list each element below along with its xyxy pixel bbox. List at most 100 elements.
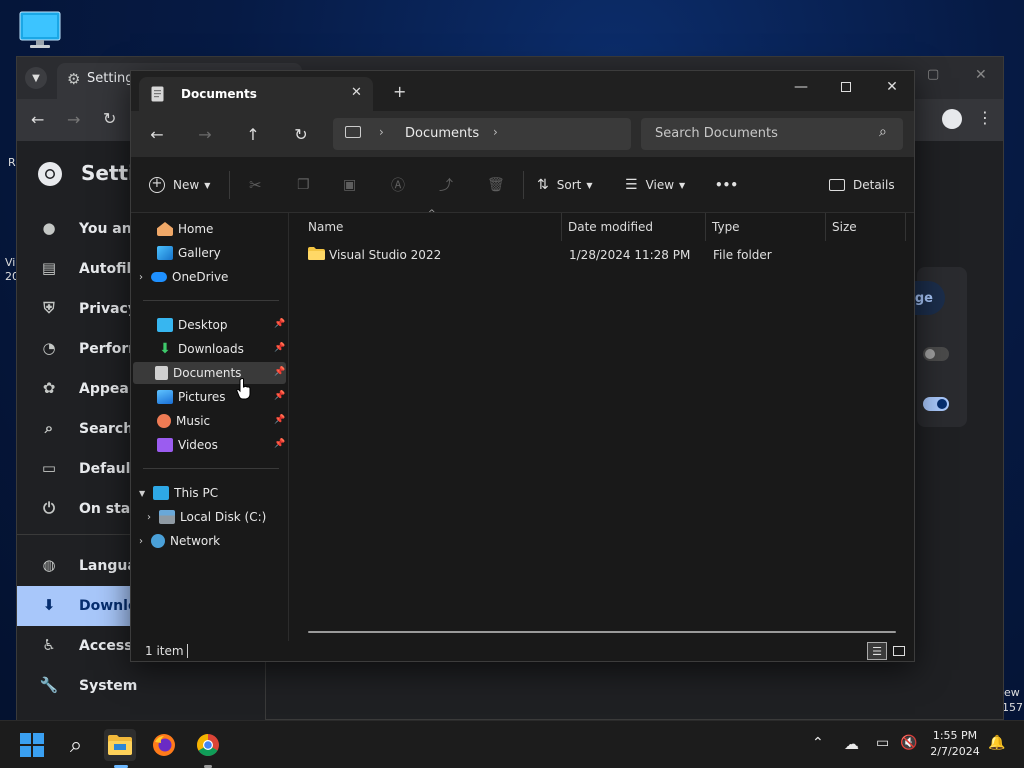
sort-button[interactable]: ⇅ Sort ▼: [537, 171, 593, 199]
close-window-button[interactable]: ✕: [869, 71, 914, 103]
forward-arrow-icon[interactable]: →: [67, 110, 80, 129]
column-header-name[interactable]: Name: [290, 213, 562, 241]
toggle-knob: [937, 399, 947, 409]
file-explorer-icon: [108, 735, 132, 755]
address-bar[interactable]: › Documents ›: [333, 118, 631, 150]
setting-toggle-on[interactable]: [923, 397, 949, 411]
view-button[interactable]: ☰ View ▼: [625, 171, 685, 199]
back-button[interactable]: ←: [141, 118, 173, 150]
power-icon: ⏻: [43, 499, 55, 517]
nav-local-disk[interactable]: › Local Disk (C:): [133, 506, 286, 528]
more-options-button[interactable]: •••: [715, 171, 738, 199]
gear-icon: ⚙: [67, 70, 81, 88]
file-explorer-taskbar-button[interactable]: [104, 729, 136, 761]
chevron-right-icon[interactable]: ›: [139, 536, 143, 547]
file-name: Visual Studio 2022: [329, 248, 442, 262]
back-arrow-icon[interactable]: ←: [31, 110, 44, 129]
pictures-icon: [157, 390, 173, 404]
nav-documents[interactable]: Documents: [133, 362, 286, 384]
clock[interactable]: 1:55 PM 2/7/2024: [928, 728, 982, 760]
details-pane-button[interactable]: Details: [829, 171, 895, 199]
close-tab-icon[interactable]: ✕: [351, 85, 362, 100]
reload-icon[interactable]: ↻: [103, 109, 116, 128]
desktop-label-fragment: ew: [1004, 686, 1020, 699]
paste-button[interactable]: ▣: [343, 171, 356, 199]
minimize-button[interactable]: —: [778, 71, 824, 103]
firefox-taskbar-button[interactable]: [148, 729, 180, 761]
more-vertical-icon[interactable]: ⋮: [977, 108, 993, 127]
network-monitor-icon[interactable]: ▭: [876, 735, 889, 751]
pin-icon[interactable]: 📌: [274, 343, 285, 353]
cloud-offline-icon[interactable]: ☁: [844, 735, 859, 753]
chrome-nav-system[interactable]: 🔧 System: [17, 666, 249, 706]
new-button[interactable]: + New ▼: [149, 171, 210, 199]
setting-toggle-off[interactable]: [923, 347, 949, 361]
explorer-title-bar: Documents ✕ + — ✕: [131, 71, 914, 111]
show-hidden-icons-chevron-icon[interactable]: ⌃: [812, 735, 824, 751]
nav-desktop[interactable]: Desktop: [133, 314, 286, 336]
tab-search-chevron-icon[interactable]: ▼: [25, 67, 47, 89]
new-tab-button[interactable]: +: [393, 82, 406, 101]
copy-button[interactable]: ❐: [297, 171, 310, 199]
explorer-address-row: ← → ↑ ↻ › Documents › Search Documents ⌕: [131, 111, 914, 157]
breadcrumb-chevron-icon[interactable]: ›: [493, 125, 498, 139]
up-button[interactable]: ↑: [237, 118, 269, 150]
search-input[interactable]: Search Documents ⌕: [641, 118, 903, 150]
pin-icon[interactable]: 📌: [274, 319, 285, 329]
drive-icon: [159, 510, 175, 524]
rename-button[interactable]: Ⓐ: [391, 171, 405, 199]
explorer-tab-title: Documents: [181, 87, 257, 101]
minimize-icon[interactable]: ▢: [927, 67, 939, 82]
nav-this-pc[interactable]: ▼ This PC: [133, 482, 286, 504]
navigation-pane: Home Gallery › OneDrive Desktop 📌 ⬇ Down…: [131, 213, 289, 641]
close-icon[interactable]: ✕: [975, 67, 987, 83]
chevron-right-icon[interactable]: ›: [147, 512, 151, 523]
nav-home[interactable]: Home: [133, 218, 286, 240]
speedometer-icon: ◔: [42, 339, 56, 357]
clock-time: 1:55 PM: [932, 729, 978, 742]
horizontal-scrollbar[interactable]: [308, 631, 896, 633]
nav-videos[interactable]: Videos: [133, 434, 286, 456]
details-view-button[interactable]: ☰: [867, 642, 887, 660]
chevron-down-icon: ▼: [679, 180, 686, 190]
tiles-view-button[interactable]: [889, 642, 909, 660]
nav-gallery[interactable]: Gallery: [133, 242, 286, 264]
nav-onedrive[interactable]: › OneDrive: [133, 266, 286, 288]
accessibility-icon: ♿: [42, 636, 56, 654]
nav-pictures[interactable]: Pictures: [133, 386, 286, 408]
table-row[interactable]: Visual Studio 2022 1/28/2024 11:28 PM Fi…: [290, 243, 910, 267]
maximize-icon: [841, 82, 851, 92]
start-button[interactable]: [16, 729, 48, 761]
column-header-size[interactable]: Size: [826, 213, 906, 241]
chrome-taskbar-button[interactable]: [192, 729, 224, 761]
pin-icon[interactable]: 📌: [274, 415, 285, 425]
delete-button[interactable]: 🗑: [487, 171, 505, 199]
cut-button[interactable]: ✂: [249, 171, 262, 199]
this-pc-desktop-icon[interactable]: [18, 10, 62, 50]
chevron-down-icon[interactable]: ▼: [139, 489, 145, 498]
nav-music[interactable]: Music: [133, 410, 286, 432]
pin-icon[interactable]: 📌: [274, 391, 285, 401]
tiles-view-icon: [893, 646, 905, 656]
pin-icon[interactable]: 📌: [274, 367, 285, 377]
profile-avatar-icon[interactable]: [942, 109, 962, 129]
forward-button[interactable]: →: [189, 118, 221, 150]
maximize-button[interactable]: [823, 71, 869, 103]
column-header-date[interactable]: Date modified: [562, 213, 706, 241]
share-button[interactable]: ⤴: [439, 171, 453, 199]
chevron-right-icon[interactable]: ›: [139, 272, 143, 283]
pin-icon[interactable]: 📌: [274, 439, 285, 449]
refresh-button[interactable]: ↻: [285, 118, 317, 150]
chrome-settings-card: ge: [897, 267, 967, 427]
nav-network[interactable]: › Network: [133, 530, 286, 552]
column-header-type[interactable]: Type: [706, 213, 826, 241]
nav-downloads[interactable]: ⬇ Downloads: [133, 338, 286, 360]
search-taskbar-button[interactable]: ⌕: [60, 729, 92, 761]
explorer-tab-documents[interactable]: Documents ✕: [139, 77, 373, 111]
notification-bell-icon[interactable]: 🔔: [988, 735, 1005, 751]
breadcrumb-documents[interactable]: Documents: [405, 126, 479, 141]
nav-divider: [143, 468, 279, 469]
status-separator: [187, 644, 188, 658]
speaker-muted-icon[interactable]: 🔇: [900, 735, 917, 751]
details-pane-icon: [829, 179, 845, 191]
